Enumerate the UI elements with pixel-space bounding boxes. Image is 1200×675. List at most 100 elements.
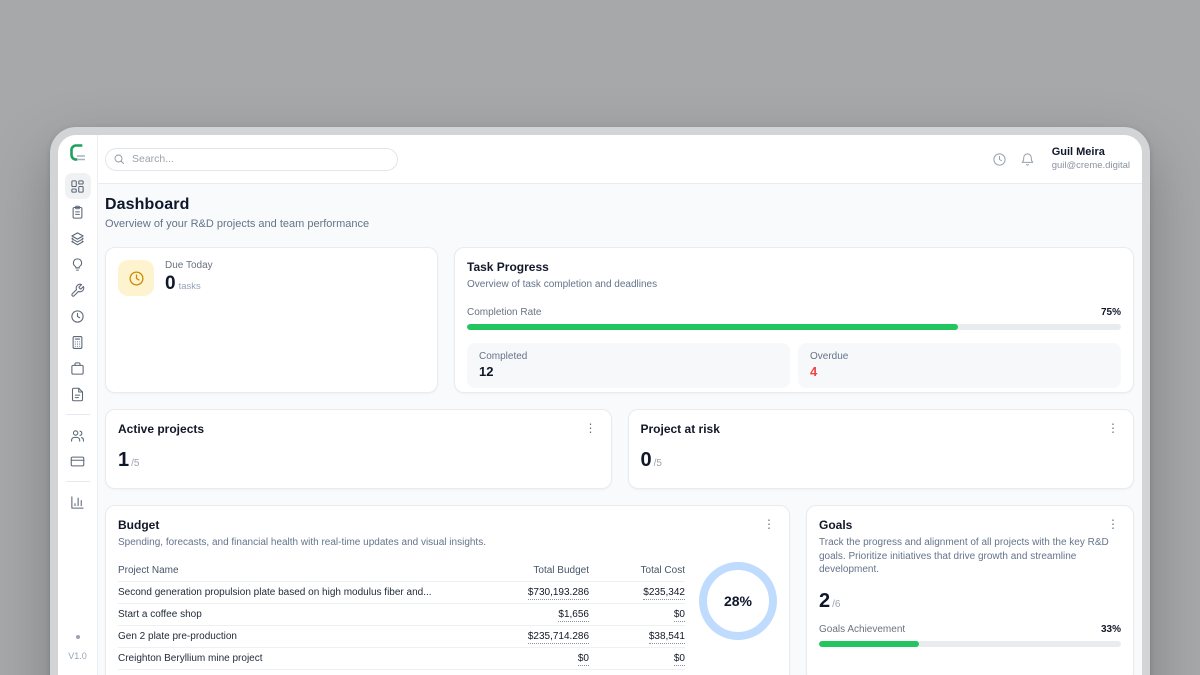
credit-card-icon <box>70 454 85 469</box>
total-budget-cell-value[interactable]: $730,193.286 <box>528 587 589 600</box>
kebab-menu-icon[interactable]: ⋮ <box>1103 516 1123 532</box>
budget-table-row: Creighton Beryllium mine project $0 $0 <box>118 648 685 670</box>
sidebar-footer: V1.0 <box>58 635 97 661</box>
project-name-cell[interactable]: Second generation propulsion plate based… <box>118 587 471 598</box>
clipboard-icon <box>70 205 85 220</box>
status-dot <box>76 635 80 639</box>
project-at-risk-count: 0 <box>641 449 652 472</box>
budget-table-row: Start a coffee shop $1,656 $0 <box>118 604 685 626</box>
kebab-menu-icon[interactable]: ⋮ <box>759 516 779 532</box>
bell-icon <box>1020 152 1035 167</box>
total-cost-cell: $0 <box>589 609 685 620</box>
sidebar-item-reports[interactable] <box>65 489 91 515</box>
due-today-icon-box <box>118 260 154 296</box>
budget-table-row: Gen 2 plate pre-production $235,714.286 $3… <box>118 626 685 648</box>
budget-gauge-ring: 28% <box>699 562 777 640</box>
main-area: Guil Meira guil@creme.digital Dashboard … <box>98 135 1142 675</box>
total-budget-cell: $730,193.286 <box>471 587 589 598</box>
overdue-stat: Overdue 4 <box>798 343 1121 388</box>
total-cost-cell: $38,541 <box>589 631 685 642</box>
goals-denominator: /6 <box>832 599 840 610</box>
row-kpis: Active projects ⋮ 1/5 Project at risk ⋮ … <box>105 409 1134 489</box>
budget-table-body: Second generation propulsion plate based… <box>118 582 685 670</box>
budget-body: Project Name Total Budget Total Cost Sec… <box>118 560 777 675</box>
sidebar-item-dashboard[interactable] <box>65 173 91 199</box>
more-projects-label[interactable]: +1 more projects <box>118 670 685 675</box>
clock-icon <box>128 270 145 287</box>
page-subtitle: Overview of your R&D projects and team p… <box>105 218 1134 230</box>
sidebar-item-tools[interactable] <box>65 277 91 303</box>
total-cost-cell-value[interactable]: $0 <box>674 609 685 622</box>
bar-chart-icon <box>70 495 85 510</box>
dashboard-content: Dashboard Overview of your R&D projects … <box>98 184 1142 675</box>
sidebar-item-billing[interactable] <box>65 448 91 474</box>
total-cost-cell-value[interactable]: $0 <box>674 653 685 666</box>
sidebar-item-portfolio[interactable] <box>65 355 91 381</box>
completion-rate-bar-fill <box>467 324 958 330</box>
sidebar-item-ideas[interactable] <box>65 251 91 277</box>
goals-subtitle: Track the progress and alignment of all … <box>819 536 1121 577</box>
kebab-menu-icon[interactable]: ⋮ <box>1103 420 1123 436</box>
total-budget-cell-value[interactable]: $235,714.286 <box>528 631 589 644</box>
active-projects-title: Active projects <box>118 422 599 436</box>
total-cost-cell-value[interactable]: $235,342 <box>643 587 685 600</box>
due-today-card: Due Today 0tasks <box>105 247 438 393</box>
completion-rate-row: Completion Rate 75% <box>467 307 1121 318</box>
total-cost-cell: $0 <box>589 653 685 664</box>
sidebar-item-documents[interactable] <box>65 381 91 407</box>
completion-rate-label: Completion Rate <box>467 307 541 318</box>
sidebar-item-team[interactable] <box>65 422 91 448</box>
history-button[interactable] <box>988 147 1012 171</box>
active-projects-denominator: /5 <box>131 458 139 469</box>
project-at-risk-card: Project at risk ⋮ 0/5 <box>628 409 1135 489</box>
total-cost-cell-value[interactable]: $38,541 <box>649 631 685 644</box>
notifications-button[interactable] <box>1016 147 1040 171</box>
completed-value: 12 <box>479 364 778 379</box>
sidebar-item-calculator[interactable] <box>65 329 91 355</box>
kebab-menu-icon[interactable]: ⋮ <box>581 420 601 436</box>
project-at-risk-denominator: /5 <box>654 458 662 469</box>
goals-card: Goals ⋮ Track the progress and alignment… <box>806 505 1134 675</box>
app-version: V1.0 <box>68 651 87 661</box>
sidebar-item-time[interactable] <box>65 303 91 329</box>
total-budget-cell-value[interactable]: $1,656 <box>558 609 589 622</box>
project-name-cell[interactable]: Gen 2 plate pre-production <box>118 631 471 642</box>
calculator-icon <box>70 335 85 350</box>
sidebar-item-layers[interactable] <box>65 225 91 251</box>
search-input[interactable] <box>105 148 398 171</box>
due-today-text: Due Today 0tasks <box>165 260 213 295</box>
goals-achievement-bar-fill <box>819 641 919 647</box>
sidebar-divider <box>66 414 90 415</box>
overdue-label: Overdue <box>810 351 1109 362</box>
completed-label: Completed <box>479 351 778 362</box>
completion-rate-value: 75% <box>1101 307 1121 318</box>
column-total-budget: Total Budget <box>471 565 589 576</box>
app-window: V1.0 Guil Meira <box>50 127 1150 675</box>
top-bar: Guil Meira guil@creme.digital <box>98 135 1142 184</box>
total-budget-cell-value[interactable]: $0 <box>578 653 589 666</box>
file-text-icon <box>70 387 85 402</box>
project-name-cell[interactable]: Creighton Beryllium mine project <box>118 653 471 664</box>
goals-achievement-label: Goals Achievement <box>819 624 905 635</box>
user-menu[interactable]: Guil Meira guil@creme.digital <box>1052 146 1130 172</box>
layers-icon <box>70 231 85 246</box>
due-today-unit: tasks <box>179 281 201 292</box>
budget-gauge-value: 28% <box>724 593 752 609</box>
column-project-name: Project Name <box>118 565 471 576</box>
project-name-cell[interactable]: Start a coffee shop <box>118 609 471 620</box>
sidebar-divider <box>66 481 90 482</box>
row-top: Due Today 0tasks Task Progress Overview … <box>105 247 1134 393</box>
search-box <box>105 148 398 171</box>
due-today-summary: Due Today 0tasks <box>118 260 425 296</box>
wrench-icon <box>70 283 85 298</box>
goals-value-row: 2/6 <box>819 590 1121 613</box>
completed-stat: Completed 12 <box>467 343 790 388</box>
row-bottom: Budget ⋮ Spending, forecasts, and financ… <box>105 505 1134 675</box>
sidebar-item-tasks[interactable] <box>65 199 91 225</box>
active-projects-count: 1 <box>118 449 129 472</box>
total-budget-cell: $0 <box>471 653 589 664</box>
task-progress-title: Task Progress <box>467 260 1121 274</box>
goals-achievement-value: 33% <box>1101 624 1121 635</box>
total-budget-cell: $235,714.286 <box>471 631 589 642</box>
budget-table: Project Name Total Budget Total Cost Sec… <box>118 560 685 675</box>
